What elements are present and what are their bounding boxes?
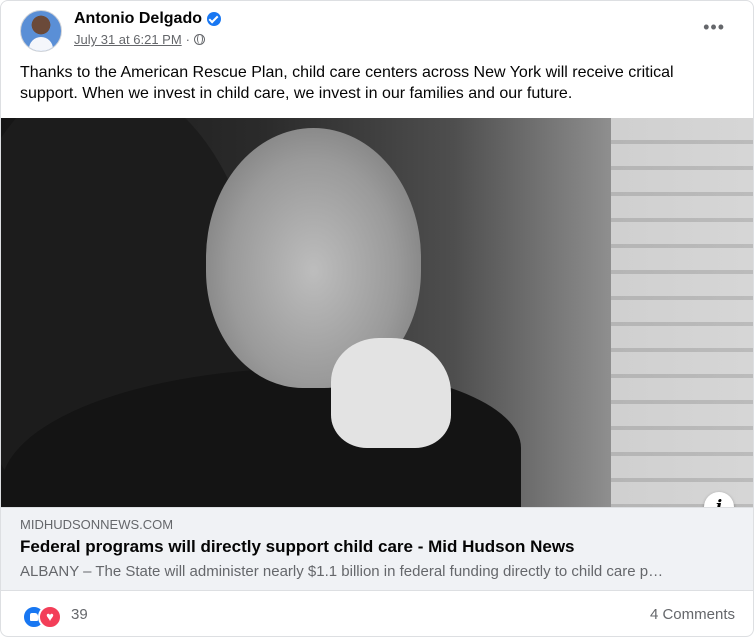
post-meta: July 31 at 6:21 PM · xyxy=(74,32,206,47)
comments-link[interactable]: 4 Comments xyxy=(650,606,735,623)
link-title[interactable]: Federal programs will directly support c… xyxy=(20,537,575,557)
love-icon[interactable] xyxy=(38,605,62,629)
author-name[interactable]: Antonio Delgado xyxy=(74,10,221,28)
post-image[interactable] xyxy=(1,118,753,507)
image-curtain xyxy=(611,118,753,507)
post-text: Thanks to the American Rescue Plan, chil… xyxy=(20,64,674,102)
author-name-text[interactable]: Antonio Delgado xyxy=(74,10,202,28)
avatar[interactable] xyxy=(20,10,62,52)
post-footer: 39 4 Comments xyxy=(1,591,753,636)
verified-badge-icon xyxy=(206,12,221,26)
image-collar xyxy=(331,338,451,448)
link-description: ALBANY – The State will administer nearl… xyxy=(20,563,664,580)
more-options-button[interactable]: ••• xyxy=(703,17,725,38)
post-timestamp[interactable]: July 31 at 6:21 PM xyxy=(74,32,182,47)
meta-separator: · xyxy=(185,32,191,47)
link-preview[interactable]: MIDHUDSONNEWS.COM Federal programs will … xyxy=(1,507,753,591)
reaction-count[interactable]: 39 xyxy=(71,606,88,623)
post-card: Antonio Delgado July 31 at 6:21 PM · •••… xyxy=(0,0,754,637)
post-header: Antonio Delgado July 31 at 6:21 PM · ••• xyxy=(1,1,753,61)
globe-icon[interactable] xyxy=(194,34,206,45)
link-domain: MIDHUDSONNEWS.COM xyxy=(20,517,174,532)
